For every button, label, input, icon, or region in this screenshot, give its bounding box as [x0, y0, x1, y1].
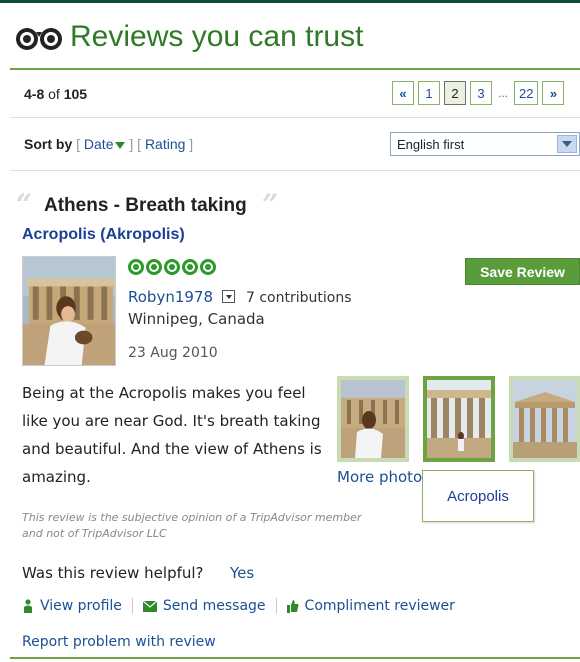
rating-bubbles — [128, 259, 216, 275]
review-range: 4-8 — [24, 86, 45, 102]
owl-eyes-icon — [16, 28, 62, 50]
attraction-link[interactable]: Acropolis (Akropolis) — [22, 226, 185, 244]
helpful-yes-link[interactable]: Yes — [230, 564, 254, 582]
divider — [10, 117, 580, 118]
reviewer-contributions: 7 contributions — [246, 290, 352, 306]
rating-bubble-icon — [200, 259, 216, 275]
sort-bar: Sort by [ Date ] [ Rating ] — [24, 136, 194, 152]
prev-page-button[interactable]: « — [392, 81, 414, 105]
review-title: Athens - Breath taking — [44, 195, 247, 216]
compliment-action[interactable]: Compliment reviewer — [286, 598, 455, 614]
review-date: 23 Aug 2010 — [128, 345, 218, 361]
divider — [10, 170, 580, 171]
review-photo-thumbnail[interactable] — [337, 376, 409, 462]
page-1-button[interactable]: 1 — [418, 81, 440, 105]
language-select-value: English first — [397, 137, 465, 152]
thumbs-up-icon — [286, 600, 299, 613]
review-photo-thumbnail[interactable] — [509, 376, 580, 462]
review-total: 105 — [63, 86, 88, 102]
chevron-down-icon[interactable] — [557, 135, 577, 153]
pagination: « 1 2 3 ... 22 » — [392, 80, 565, 106]
sort-date-link[interactable]: Date — [84, 136, 114, 152]
reviewer-username[interactable]: Robyn1978 — [128, 288, 213, 306]
report-problem-link[interactable]: Report problem with review — [22, 634, 216, 650]
review-count: 4-8 of 105 — [24, 86, 87, 102]
send-message-link[interactable]: Send message — [163, 598, 266, 614]
user-menu-dropdown-icon[interactable] — [222, 290, 235, 303]
rating-bubble-icon — [182, 259, 198, 275]
next-page-button[interactable]: » — [542, 81, 565, 105]
sort-down-arrow-icon — [115, 141, 126, 149]
more-photos-link[interactable]: More photo — [337, 468, 422, 486]
helpful-question: Was this review helpful? — [22, 564, 204, 582]
reviewer-location: Winnipeg, Canada — [128, 310, 265, 328]
review-disclaimer: This review is the subjective opinion of… — [22, 511, 362, 540]
review-body: Being at the Acropolis makes you feel li… — [22, 384, 322, 486]
action-separator — [131, 598, 133, 614]
sort-rating-link[interactable]: Rating — [145, 136, 185, 152]
envelope-icon — [142, 600, 157, 612]
view-profile-action[interactable]: View profile — [22, 598, 122, 614]
page-3-button[interactable]: 3 — [470, 81, 492, 105]
photo-tooltip: Acropolis — [422, 470, 534, 522]
page-2-button[interactable]: 2 — [444, 81, 466, 105]
person-icon — [24, 599, 32, 613]
close-quote-icon: ” — [262, 188, 279, 221]
pagination-ellipsis: ... — [498, 86, 509, 100]
header-divider — [10, 68, 580, 70]
rating-bubble-icon — [146, 259, 162, 275]
action-separator — [275, 598, 277, 614]
send-message-action[interactable]: Send message — [142, 598, 266, 614]
sort-label: Sort by — [24, 136, 73, 152]
view-profile-link[interactable]: View profile — [40, 598, 122, 614]
review-actions: View profile Send message Compliment rev… — [22, 598, 455, 614]
review-of-word: of — [48, 86, 60, 102]
rating-bubble-icon — [128, 259, 144, 275]
bottom-divider — [10, 657, 580, 659]
compliment-reviewer-link[interactable]: Compliment reviewer — [305, 598, 455, 614]
avatar[interactable] — [22, 256, 116, 366]
review-photo-thumbnail-selected[interactable] — [423, 376, 495, 462]
open-quote-icon: “ — [16, 188, 33, 221]
save-review-button[interactable]: Save Review — [465, 258, 580, 285]
language-select[interactable]: English first — [390, 132, 580, 156]
page-title: Reviews you can trust — [70, 20, 364, 53]
rating-bubble-icon — [164, 259, 180, 275]
last-page-button[interactable]: 22 — [514, 81, 539, 105]
